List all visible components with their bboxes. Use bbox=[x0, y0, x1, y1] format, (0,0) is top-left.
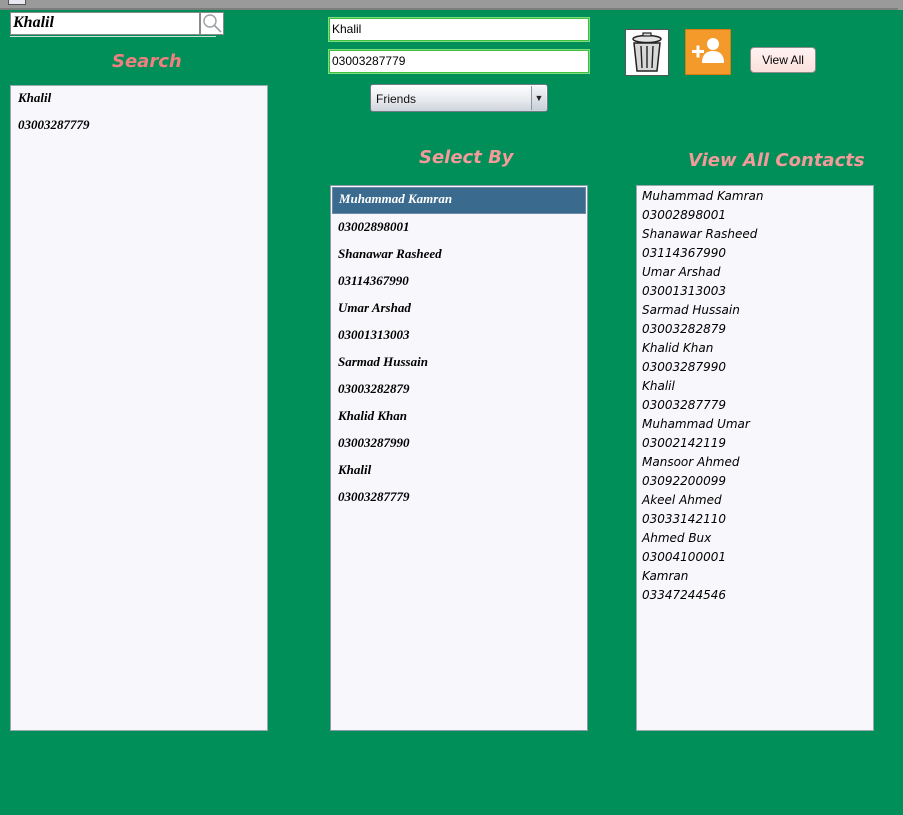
add-user-icon bbox=[692, 38, 724, 63]
window-corner-box bbox=[8, 0, 26, 5]
list-item[interactable]: 03033142110 bbox=[637, 510, 873, 529]
list-item[interactable]: 03003282879 bbox=[637, 320, 873, 339]
add-contact-button[interactable] bbox=[685, 29, 731, 75]
list-item[interactable]: Muhammad Kamran bbox=[637, 187, 873, 206]
trash-can-icon bbox=[632, 32, 662, 72]
list-item[interactable]: Khalil bbox=[331, 458, 587, 485]
search-button[interactable] bbox=[200, 12, 224, 35]
list-item[interactable]: Kamran bbox=[637, 567, 873, 586]
list-item[interactable]: 03003287990 bbox=[637, 358, 873, 377]
list-item[interactable]: 03003287779 bbox=[637, 396, 873, 415]
select-by-list[interactable]: Muhammad Kamran 03002898001 Shanawar Ras… bbox=[330, 185, 588, 731]
list-item[interactable]: 03003287990 bbox=[331, 431, 587, 458]
list-item[interactable]: 03002142119 bbox=[637, 434, 873, 453]
name-field[interactable]: Khalil bbox=[328, 17, 590, 42]
search-divider bbox=[10, 36, 216, 37]
list-item[interactable]: 03092200099 bbox=[637, 472, 873, 491]
list-item[interactable]: 03004100001 bbox=[637, 548, 873, 567]
delete-button[interactable] bbox=[625, 29, 669, 76]
search-input[interactable]: Khalil bbox=[10, 12, 200, 35]
list-item[interactable]: 03114367990 bbox=[637, 244, 873, 263]
list-item[interactable]: Khalid Khan bbox=[331, 404, 587, 431]
select-by-heading: Select By bbox=[419, 147, 514, 168]
list-item[interactable]: 03002898001 bbox=[637, 206, 873, 225]
list-item[interactable]: Sarmad Hussain bbox=[331, 350, 587, 377]
chevron-down-icon[interactable]: ▼ bbox=[531, 86, 546, 110]
list-item[interactable]: 03001313003 bbox=[637, 282, 873, 301]
list-item[interactable]: 03114367990 bbox=[331, 269, 587, 296]
list-item[interactable]: Muhammad Umar bbox=[637, 415, 873, 434]
list-item[interactable]: Khalil bbox=[637, 377, 873, 396]
all-contacts-list[interactable]: Muhammad Kamran 03002898001 Shanawar Ras… bbox=[636, 185, 874, 731]
list-item[interactable]: 03003287779 bbox=[331, 485, 587, 512]
list-item-selected[interactable]: Muhammad Kamran bbox=[332, 187, 586, 214]
list-item[interactable]: Mansoor Ahmed bbox=[637, 453, 873, 472]
list-item[interactable]: Shanawar Rasheed bbox=[637, 225, 873, 244]
search-results-list[interactable]: Khalil 03003287779 bbox=[10, 85, 268, 731]
list-item[interactable]: Umar Arshad bbox=[331, 296, 587, 323]
list-item[interactable]: Shanawar Rasheed bbox=[331, 242, 587, 269]
list-item[interactable]: 03003287779 bbox=[11, 113, 267, 140]
phone-field[interactable]: 03003287779 bbox=[328, 49, 590, 74]
view-all-contacts-heading: View All Contacts bbox=[688, 150, 865, 171]
list-item[interactable]: 03001313003 bbox=[331, 323, 587, 350]
list-item[interactable]: Akeel Ahmed bbox=[637, 491, 873, 510]
search-icon bbox=[203, 14, 222, 33]
list-item[interactable]: Umar Arshad bbox=[637, 263, 873, 282]
list-item[interactable]: 03002898001 bbox=[331, 215, 587, 242]
list-item[interactable]: 03003282879 bbox=[331, 377, 587, 404]
view-all-button[interactable]: View All bbox=[750, 47, 816, 73]
list-item[interactable]: Khalid Khan bbox=[637, 339, 873, 358]
list-item[interactable]: 03347244546 bbox=[637, 586, 873, 605]
group-select-value: Friends bbox=[376, 92, 417, 106]
list-item[interactable]: Ahmed Bux bbox=[637, 529, 873, 548]
list-item[interactable]: Sarmad Hussain bbox=[637, 301, 873, 320]
group-select[interactable]: Friends ▼ bbox=[370, 84, 548, 112]
list-item[interactable]: Khalil bbox=[11, 86, 267, 113]
search-heading: Search bbox=[112, 51, 182, 72]
